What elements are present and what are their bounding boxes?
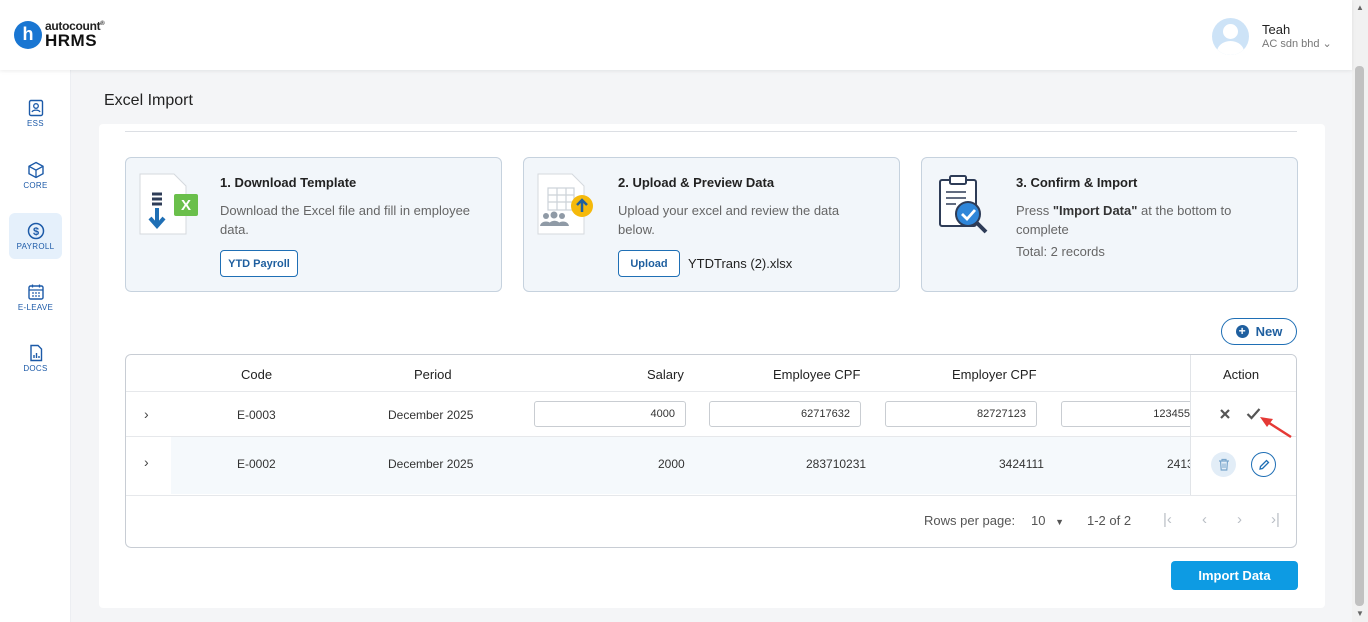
excel-download-icon: X [139, 173, 198, 235]
cell-period: December 2025 [388, 408, 474, 422]
import-panel: X 1. Download Template Download the Exce… [99, 124, 1325, 608]
divider [1191, 391, 1296, 392]
step-confirm-import: 3. Confirm & Import Press "Import Data" … [921, 157, 1298, 292]
svg-text:X: X [181, 197, 191, 214]
cell-salary: 2000 [658, 457, 685, 471]
step-description: Download the Excel file and fill in empl… [220, 203, 471, 237]
cube-icon [27, 161, 44, 178]
previous-page-icon[interactable]: ‹ [1202, 511, 1207, 528]
delete-button[interactable] [1211, 452, 1236, 477]
avatar[interactable] [1212, 18, 1249, 55]
cell-code: E-0003 [237, 408, 276, 422]
uploaded-file-name: YTDTrans (2).xlsx [688, 256, 793, 271]
sidebar-item-label: CORE [23, 180, 48, 190]
page-title: Excel Import [104, 92, 193, 109]
expand-row-chevron-icon[interactable]: › [144, 454, 149, 470]
column-header-employee-cpf: Employee CPF [773, 367, 861, 382]
extra-column-input[interactable]: 123455 [1061, 401, 1201, 427]
company-selector[interactable]: AC sdn bhd ⌄ [1262, 38, 1332, 51]
scroll-up-icon[interactable]: ▲ [1356, 3, 1364, 12]
step-upload-preview: 2. Upload & Preview Data Upload your exc… [523, 157, 900, 292]
sidebar-item-label: PAYROLL [16, 241, 55, 251]
sidebar-item-label: DOCS [23, 363, 48, 373]
pencil-icon [1258, 459, 1269, 470]
top-header: h autocount® HRMS Teah AC sdn bhd ⌄ [0, 0, 1352, 70]
column-header-period: Period [414, 367, 452, 382]
clipboard-check-icon [939, 175, 988, 234]
step-title: 2. Upload & Preview Data [618, 175, 775, 190]
import-data-button[interactable]: Import Data [1171, 561, 1298, 590]
import-preview-table: Code Period Salary Employee CPF Employer… [125, 354, 1297, 548]
logo-mark: h [14, 20, 42, 49]
ess-icon [28, 99, 43, 116]
step-download-template: X 1. Download Template Download the Exce… [125, 157, 502, 292]
app-logo[interactable]: h autocount® HRMS [14, 20, 105, 50]
user-menu[interactable]: Teah AC sdn bhd ⌄ [1212, 18, 1332, 55]
employer-cpf-input[interactable]: 82727123 [885, 401, 1037, 427]
salary-input[interactable]: 4000 [534, 401, 686, 427]
ytd-payroll-button[interactable]: YTD Payroll [220, 250, 298, 277]
divider [126, 391, 1296, 392]
pagination-range: 1-2 of 2 [1087, 513, 1132, 528]
column-header-employer-cpf: Employer CPF [952, 367, 1037, 382]
first-page-icon[interactable]: |‹ [1163, 511, 1172, 528]
page-scrollbar[interactable]: ▲ ▼ [1352, 0, 1368, 622]
sidebar-item-ess[interactable]: ESS [9, 90, 62, 136]
expand-row-chevron-icon[interactable]: › [144, 406, 149, 422]
calendar-icon [27, 284, 44, 300]
cell-code: E-0002 [237, 457, 276, 471]
cell-period: December 2025 [388, 457, 474, 471]
annotation-arrow-icon [1260, 417, 1292, 439]
upload-spreadsheet-icon [537, 173, 593, 235]
sidebar-item-payroll[interactable]: $ PAYROLL [9, 213, 62, 259]
column-header-action: Action [1223, 367, 1260, 382]
chevron-down-icon: ⌄ [1322, 37, 1332, 50]
edit-button[interactable] [1251, 452, 1276, 477]
step-description: Press "Import Data" at the bottom to com… [1016, 203, 1232, 237]
document-chart-icon [29, 344, 42, 361]
cell-employee-cpf: 283710231 [806, 457, 867, 471]
trash-icon [1218, 458, 1229, 471]
scroll-down-icon[interactable]: ▼ [1356, 609, 1364, 618]
scroll-thumb[interactable] [1355, 66, 1364, 606]
sidebar-item-docs[interactable]: DOCS [9, 335, 62, 381]
divider [125, 131, 1297, 132]
upload-button[interactable]: Upload [618, 250, 680, 277]
last-page-icon[interactable]: ›| [1271, 511, 1280, 528]
plus-circle-icon: + [1235, 325, 1249, 338]
sidebar: ESS CORE $ PAYROLL E-LEAVE DOCS [0, 70, 71, 622]
next-page-icon[interactable]: › [1237, 511, 1242, 528]
sidebar-item-core[interactable]: CORE [9, 152, 62, 198]
svg-text:$: $ [32, 226, 38, 238]
total-records: Total: 2 records [1016, 244, 1105, 259]
step-title: 3. Confirm & Import [1016, 175, 1138, 190]
rows-per-page-select[interactable]: 10 ▼ [1031, 513, 1064, 528]
user-name: Teah [1262, 22, 1291, 38]
column-header-salary: Salary [647, 367, 684, 382]
cancel-edit-x-icon[interactable] [1219, 408, 1231, 420]
rows-per-page-label: Rows per page: [924, 513, 1016, 528]
column-header-code: Code [241, 367, 273, 382]
sidebar-item-e-leave[interactable]: E-LEAVE [9, 274, 62, 320]
step-description: Upload your excel and review the data be… [618, 203, 840, 237]
sidebar-item-label: ESS [27, 118, 44, 128]
dropdown-arrow-icon: ▼ [1055, 517, 1065, 527]
sidebar-item-label: E-LEAVE [17, 302, 54, 312]
employee-cpf-input[interactable]: 62717632 [709, 401, 861, 427]
divider [126, 436, 1296, 437]
dollar-icon: $ [27, 222, 44, 239]
step-title: 1. Download Template [220, 175, 357, 190]
cell-employer-cpf: 3424111 [999, 457, 1044, 471]
logo-big-text: HRMS [45, 31, 98, 50]
new-button[interactable]: + New [1221, 318, 1297, 345]
divider [126, 495, 1296, 496]
